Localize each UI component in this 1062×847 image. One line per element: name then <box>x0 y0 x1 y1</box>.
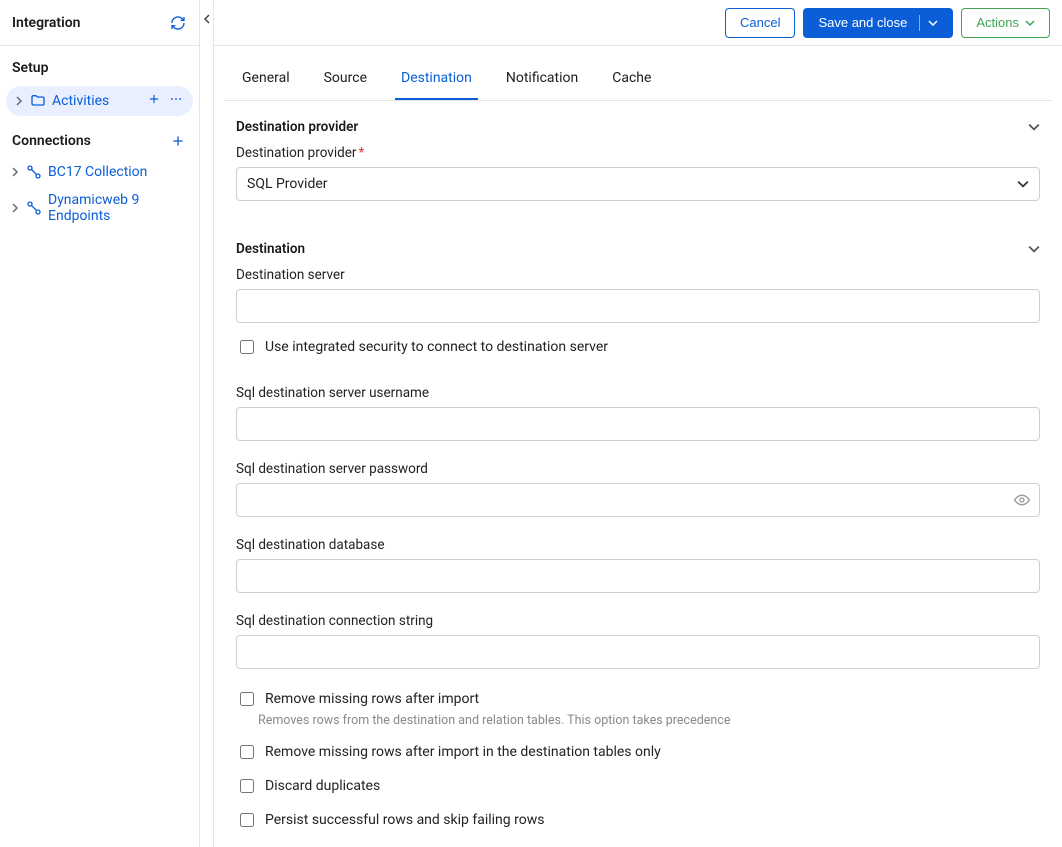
field-label-connstring: Sql destination connection string <box>236 613 1040 629</box>
username-input[interactable] <box>236 407 1040 441</box>
tabs: General Source Destination Notification … <box>224 56 1052 101</box>
remove-missing-checkbox[interactable] <box>240 692 254 706</box>
field-label-database: Sql destination database <box>236 537 1040 553</box>
sidebar-item-dw9[interactable]: Dynamicweb 9 Endpoints <box>0 186 199 230</box>
field-label-server: Destination server <box>236 267 1040 283</box>
sidebar-title: Integration <box>12 15 80 31</box>
section-header: Destination <box>236 241 1040 257</box>
field-label-username: Sql destination server username <box>236 385 1040 401</box>
integrated-security-label: Use integrated security to connect to de… <box>265 339 608 355</box>
collapse-panel-button[interactable] <box>200 0 214 847</box>
save-and-close-button[interactable]: Save and close <box>803 8 953 38</box>
plus-icon[interactable] <box>147 92 161 110</box>
remove-missing-label: Remove missing rows after import <box>265 691 479 707</box>
field-label-password: Sql destination server password <box>236 461 1040 477</box>
integrated-security-checkbox[interactable] <box>240 340 254 354</box>
chevron-down-icon <box>1017 178 1029 190</box>
endpoint-icon <box>26 200 42 216</box>
cancel-button[interactable]: Cancel <box>725 8 795 38</box>
endpoint-icon <box>26 164 42 180</box>
sidebar-section-setup: Setup <box>0 46 199 84</box>
section-destination-provider: Destination provider Destination provide… <box>224 119 1052 201</box>
tab-cache[interactable]: Cache <box>606 56 657 100</box>
connstring-input[interactable] <box>236 635 1040 669</box>
folder-icon <box>30 93 46 109</box>
sidebar-section-setup-label: Setup <box>12 60 48 76</box>
main: Cancel Save and close Actions General So… <box>214 0 1062 847</box>
sidebar-section-connections: Connections <box>0 118 199 158</box>
refresh-icon[interactable] <box>169 14 187 32</box>
field-label-provider: Destination provider* <box>236 145 1040 161</box>
chevron-right-icon <box>10 203 20 213</box>
select-value: SQL Provider <box>247 176 328 192</box>
remove-missing-dest-only-checkbox[interactable] <box>240 745 254 759</box>
tab-general[interactable]: General <box>236 56 296 100</box>
actions-button[interactable]: Actions <box>961 8 1050 38</box>
section-destination: Destination Destination server Use integ… <box>224 241 1052 830</box>
more-icon[interactable] <box>169 92 183 110</box>
field-label-text: Destination provider <box>236 145 356 161</box>
discard-duplicates-label: Discard duplicates <box>265 778 380 794</box>
chevron-right-icon <box>10 167 20 177</box>
section-header-label: Destination <box>236 241 305 257</box>
persist-label: Persist successful rows and skip failing… <box>265 812 544 828</box>
discard-duplicates-checkbox[interactable] <box>240 779 254 793</box>
chevron-down-icon[interactable] <box>1028 121 1040 133</box>
tab-source[interactable]: Source <box>318 56 373 100</box>
chevron-down-icon <box>1025 18 1035 28</box>
tab-notification[interactable]: Notification <box>500 56 584 100</box>
sidebar: Integration Setup Activities <box>0 0 200 847</box>
destination-server-input[interactable] <box>236 289 1040 323</box>
required-asterisk: * <box>358 145 364 161</box>
persist-checkbox[interactable] <box>240 813 254 827</box>
sidebar-header: Integration <box>0 0 199 46</box>
section-header-label: Destination provider <box>236 119 358 135</box>
persist-row: Persist successful rows and skip failing… <box>236 810 1040 830</box>
cancel-button-label: Cancel <box>740 15 780 30</box>
plus-icon[interactable] <box>169 132 187 150</box>
sidebar-item-label: BC17 Collection <box>48 164 189 180</box>
database-input[interactable] <box>236 559 1040 593</box>
discard-duplicates-row: Discard duplicates <box>236 776 1040 796</box>
remove-missing-dest-only-row: Remove missing rows after import in the … <box>236 742 1040 762</box>
password-input[interactable] <box>236 483 1040 517</box>
chevron-right-icon <box>14 96 24 106</box>
section-header: Destination provider <box>236 119 1040 135</box>
save-and-close-label: Save and close <box>818 15 907 30</box>
sidebar-item-activities[interactable]: Activities <box>6 86 193 116</box>
eye-icon[interactable] <box>1014 492 1030 508</box>
integrated-security-row: Use integrated security to connect to de… <box>236 337 1040 357</box>
tab-destination[interactable]: Destination <box>395 56 478 100</box>
chevron-down-icon <box>928 18 938 28</box>
topbar: Cancel Save and close Actions <box>214 0 1062 46</box>
actions-button-label: Actions <box>976 15 1019 30</box>
remove-missing-help: Removes rows from the destination and re… <box>258 713 1040 728</box>
sidebar-item-bc17[interactable]: BC17 Collection <box>0 158 199 186</box>
button-divider <box>919 15 920 31</box>
remove-missing-dest-only-label: Remove missing rows after import in the … <box>265 744 661 760</box>
destination-provider-select[interactable]: SQL Provider <box>236 167 1040 201</box>
sidebar-section-connections-label: Connections <box>12 133 91 149</box>
remove-missing-row: Remove missing rows after import <box>236 689 1040 709</box>
sidebar-item-label: Activities <box>52 93 141 109</box>
chevron-down-icon[interactable] <box>1028 243 1040 255</box>
sidebar-item-label: Dynamicweb 9 Endpoints <box>48 192 189 224</box>
content: General Source Destination Notification … <box>214 46 1062 847</box>
